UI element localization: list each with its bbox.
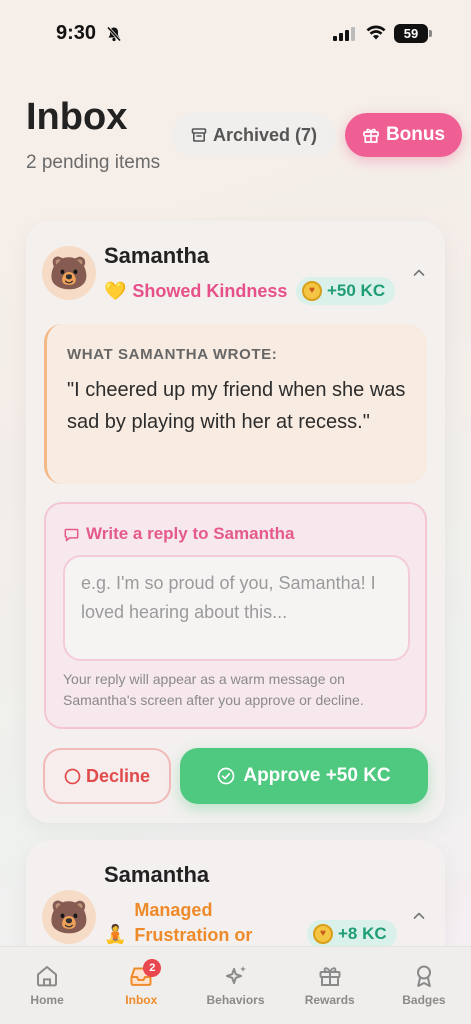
child-message-box: WHAT SAMANTHA WROTE: "I cheered up my fr… (44, 324, 427, 484)
tab-badges[interactable]: Badges (377, 947, 471, 1024)
gift-icon (319, 967, 341, 986)
tab-label: Inbox (125, 993, 158, 1007)
reply-heading-label: Write a reply to Samantha (86, 524, 295, 543)
tab-label: Rewards (304, 993, 355, 1007)
bell-slash-icon (106, 26, 122, 42)
decline-label: Decline (85, 765, 151, 786)
inbox-badge: 2 (143, 959, 162, 977)
inbox-card: 🐻 Samantha 💛 Showed Kindness ♥ +50 KC WH… (26, 221, 445, 823)
tab-behaviors[interactable]: Behaviors (188, 947, 282, 1024)
pending-count: 2 pending items (26, 152, 161, 173)
reply-section: Write a reply to Samantha Your reply wil… (44, 502, 427, 729)
sparkle-icon (225, 966, 246, 984)
reward-badge: ♥ +8 KC (307, 920, 397, 948)
heart-icon: 💛 (104, 281, 127, 301)
child-name: Samantha (104, 862, 210, 887)
avatar: 🐻 (42, 246, 96, 300)
bonus-label: Bonus (385, 124, 446, 145)
reward-amount: +8 KC (338, 924, 387, 943)
behavior-tag: 💛 Showed Kindness (104, 281, 287, 302)
reply-input[interactable] (63, 555, 410, 661)
tab-inbox[interactable]: 2 Inbox (94, 947, 188, 1024)
page-title: Inbox (26, 96, 128, 138)
bonus-button[interactable]: Bonus (345, 113, 462, 157)
behavior-label: Showed Kindness (132, 281, 288, 301)
child-name: Samantha (104, 243, 210, 268)
signal-icon (333, 27, 355, 41)
chevron-up-icon[interactable] (413, 910, 425, 922)
message-icon (64, 528, 79, 541)
tab-label: Badges (402, 993, 446, 1007)
badge-icon (416, 965, 431, 987)
meditation-icon: 🧘 (104, 923, 127, 944)
battery-indicator: 59 (394, 24, 432, 43)
approve-label: Approve +50 KC (243, 765, 391, 786)
behavior-label: Managed Frustration or (134, 900, 253, 945)
status-time: 9:30 (56, 22, 97, 44)
gift-icon (363, 128, 379, 143)
message-heading: WHAT SAMANTHA WROTE: (67, 346, 278, 363)
archived-label: Archived (7) (212, 124, 318, 145)
tab-label: Behaviors (206, 993, 265, 1007)
reward-badge: ♥ +50 KC (296, 277, 396, 305)
check-circle-icon (217, 767, 235, 785)
tab-home[interactable]: Home (0, 947, 94, 1024)
circle-icon (64, 768, 81, 784)
avatar: 🐻 (42, 890, 96, 944)
reward-amount: +50 KC (327, 281, 386, 300)
chevron-up-icon[interactable] (413, 267, 425, 279)
archived-button[interactable]: Archived (7) (172, 113, 336, 157)
tab-label: Home (30, 993, 64, 1007)
approve-button[interactable]: Approve +50 KC (180, 748, 428, 804)
decline-button[interactable]: Decline (43, 748, 171, 804)
behavior-tag: 🧘 Managed Frustration or (104, 898, 284, 948)
coin-icon: ♥ (313, 924, 333, 944)
tab-bar: Home 2 Inbox Behaviors Rewards Badges (0, 946, 471, 1024)
tab-rewards[interactable]: Rewards (283, 947, 377, 1024)
home-icon (37, 966, 58, 987)
coin-icon: ♥ (302, 281, 322, 301)
status-bar: 9:30 59 (0, 0, 471, 70)
archive-icon (191, 128, 207, 142)
child-message: "I cheered up my friend when she was sad… (67, 379, 406, 433)
reply-hint: Your reply will appear as a warm message… (63, 671, 364, 708)
wifi-icon (366, 25, 386, 40)
reply-heading: Write a reply to Samantha (64, 524, 294, 544)
